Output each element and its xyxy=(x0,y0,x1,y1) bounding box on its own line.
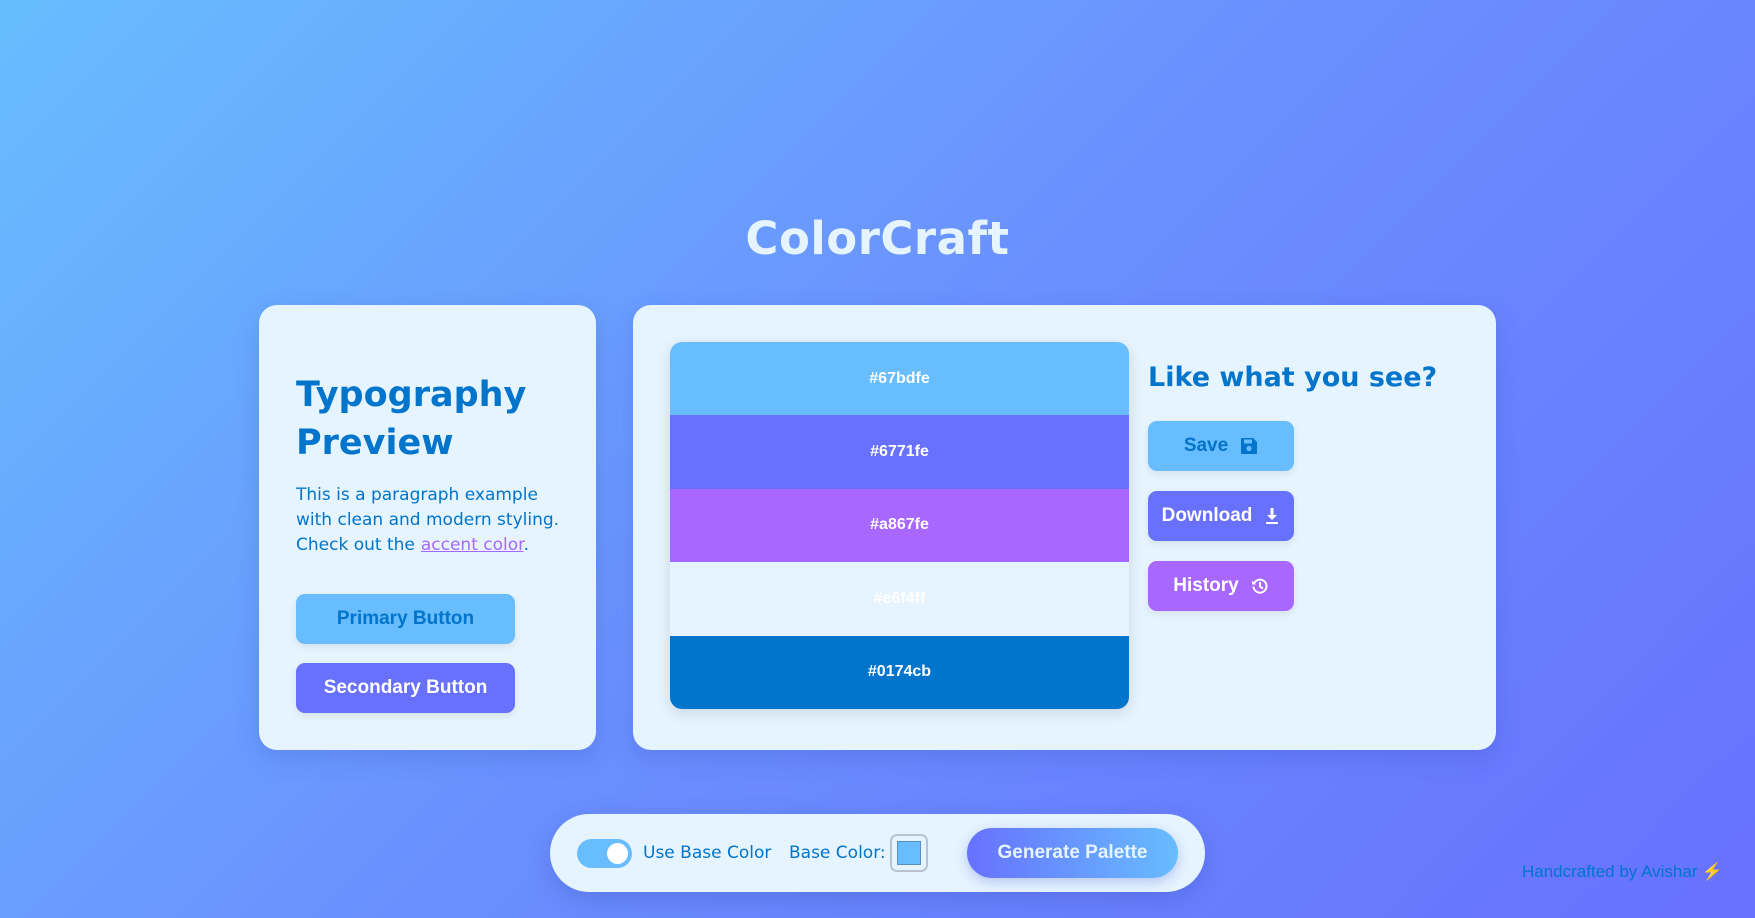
lightning-bolt-icon: ⚡ xyxy=(1701,862,1723,881)
typography-preview-card: Typography Preview This is a paragraph e… xyxy=(259,305,596,750)
download-button[interactable]: Download xyxy=(1148,491,1294,541)
cta-heading: Like what you see? xyxy=(1148,362,1438,393)
history-button[interactable]: History xyxy=(1148,561,1294,611)
base-color-picker[interactable] xyxy=(890,834,928,872)
swatch-4-label: #e6f4ff xyxy=(873,589,926,607)
swatch-2-label: #6771fe xyxy=(870,443,929,461)
toggle-knob xyxy=(607,843,628,864)
swatch-5[interactable]: #0174cb xyxy=(670,635,1129,709)
app-title: ColorCraft xyxy=(745,212,1010,265)
swatch-1-label: #67bdfe xyxy=(869,369,930,387)
footer-credit: Handcrafted by Avishar ⚡ xyxy=(1522,862,1723,882)
generate-palette-button[interactable]: Generate Palette xyxy=(967,828,1178,878)
secondary-button[interactable]: Secondary Button xyxy=(296,663,515,713)
swatch-3-label: #a867fe xyxy=(870,516,929,534)
history-icon xyxy=(1251,577,1269,595)
swatch-3[interactable]: #a867fe xyxy=(670,488,1129,563)
swatch-2[interactable]: #6771fe xyxy=(670,415,1129,489)
swatch-1[interactable]: #67bdfe xyxy=(670,342,1129,416)
save-button[interactable]: Save xyxy=(1148,421,1294,471)
paragraph-end: . xyxy=(523,535,529,555)
swatch-5-label: #0174cb xyxy=(867,663,932,681)
floppy-disk-icon xyxy=(1240,437,1258,455)
credit-text: Handcrafted by Avishar xyxy=(1522,862,1698,881)
accent-color-link[interactable]: accent color xyxy=(421,535,524,555)
download-label: Download xyxy=(1161,505,1253,526)
history-label: History xyxy=(1173,575,1239,596)
primary-button[interactable]: Primary Button xyxy=(296,594,515,644)
save-label: Save xyxy=(1183,435,1229,456)
swatch-4[interactable]: #e6f4ff xyxy=(670,562,1129,636)
use-base-color-toggle[interactable] xyxy=(577,839,632,868)
use-base-color-label: Use Base Color xyxy=(643,843,772,863)
base-color-label: Base Color: xyxy=(789,843,886,863)
palette-swatches: #67bdfe #6771fe #a867fe #e6f4ff #0174cb xyxy=(670,342,1129,709)
palette-card: #67bdfe #6771fe #a867fe #e6f4ff #0174cb … xyxy=(633,305,1496,750)
generator-toolbar: Use Base Color Base Color: Generate Pale… xyxy=(550,814,1205,892)
typography-heading: Typography Preview xyxy=(296,375,527,463)
typography-paragraph: This is a paragraph example with clean a… xyxy=(296,483,576,558)
base-color-preview xyxy=(897,841,921,865)
download-icon xyxy=(1264,507,1280,525)
